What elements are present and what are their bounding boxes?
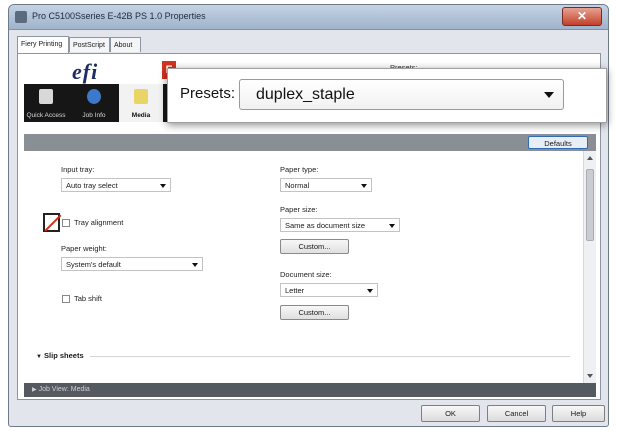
info-icon — [87, 89, 101, 104]
tab-shift-label: Tab shift — [74, 294, 102, 303]
job-view-label: Job View: Media — [38, 386, 90, 393]
presets-value: duplex_staple — [256, 86, 355, 103]
ribbon-quick-access[interactable]: Quick Access — [24, 84, 68, 122]
vertical-scrollbar[interactable] — [583, 151, 596, 383]
help-button[interactable]: Help — [552, 405, 605, 422]
paper-size-label: Paper size: — [280, 205, 318, 214]
tab-shift-checkbox[interactable] — [62, 295, 70, 303]
ribbon-label: Quick Access — [26, 112, 66, 119]
toolbar-strip: Defaults — [24, 134, 596, 151]
tray-alignment-label: Tray alignment — [74, 218, 124, 227]
paper-size-select[interactable]: Same as document size — [280, 218, 400, 232]
ribbon-media[interactable]: Media — [119, 84, 163, 122]
chevron-down-icon — [367, 289, 373, 293]
ribbon-label: Job Info — [82, 112, 106, 119]
printer-icon — [15, 11, 27, 23]
job-view-bar[interactable]: ▶ Job View: Media — [24, 383, 596, 397]
collapse-arrow-icon: ▼ — [36, 354, 42, 360]
tab-fiery-printing[interactable]: Fiery Printing — [17, 36, 69, 53]
chevron-down-icon — [192, 263, 198, 267]
paper-type-value: Normal — [285, 181, 310, 190]
tab-about[interactable]: About — [110, 37, 141, 52]
efi-logo: efi — [72, 59, 99, 84]
slip-sheets-label: Slip sheets — [44, 351, 84, 360]
section-divider — [90, 356, 570, 357]
defaults-button[interactable]: Defaults — [528, 136, 588, 149]
chevron-down-icon — [389, 224, 395, 228]
tray-alignment-checkbox[interactable] — [62, 219, 70, 227]
media-settings: Input tray: Auto tray select Tray alignm… — [24, 151, 596, 383]
close-button[interactable]: ✕ — [562, 7, 602, 26]
presets-select[interactable]: duplex_staple — [239, 79, 564, 110]
document-size-value: Letter — [285, 286, 305, 295]
ok-button[interactable]: OK — [421, 405, 480, 422]
tab-postscript[interactable]: PostScript — [69, 37, 110, 52]
paper-weight-value: System's default — [66, 260, 121, 269]
document-size-custom-button[interactable]: Custom... — [280, 305, 349, 320]
document-size-label: Document size: — [280, 270, 332, 279]
window-title: Pro C5100Sseries E-42B PS 1.0 Properties — [32, 11, 206, 21]
document-icon — [39, 89, 53, 104]
no-tray-alignment-icon — [43, 213, 62, 232]
red-slash — [44, 214, 62, 232]
ribbon-job-info[interactable]: Job Info — [74, 84, 114, 122]
input-tray-select[interactable]: Auto tray select — [61, 178, 171, 192]
chevron-down-icon — [160, 184, 166, 188]
title-bar: Pro C5100Sseries E-42B PS 1.0 Properties… — [9, 5, 608, 30]
paper-size-custom-button[interactable]: Custom... — [280, 239, 349, 254]
presets-label: Presets: — [180, 85, 236, 102]
scrollbar-thumb[interactable] — [586, 169, 594, 241]
paper-weight-label: Paper weight: — [61, 244, 107, 253]
chevron-down-icon — [544, 92, 554, 98]
paper-size-value: Same as document size — [285, 221, 366, 230]
slip-sheets-header[interactable]: ▼ Slip sheets — [36, 351, 84, 360]
media-icon — [134, 89, 148, 104]
ribbon-label: Media — [131, 112, 151, 119]
paper-type-label: Paper type: — [280, 165, 319, 174]
input-tray-value: Auto tray select — [66, 181, 118, 190]
cancel-button[interactable]: Cancel — [487, 405, 546, 422]
scroll-down-icon[interactable] — [587, 374, 593, 378]
scroll-up-icon[interactable] — [587, 156, 593, 160]
document-size-select[interactable]: Letter — [280, 283, 378, 297]
expand-arrow-icon: ▶ — [32, 387, 37, 393]
presets-callout: Presets: duplex_staple — [167, 68, 607, 123]
chevron-down-icon — [361, 184, 367, 188]
paper-type-select[interactable]: Normal — [280, 178, 372, 192]
input-tray-label: Input tray: — [61, 165, 95, 174]
paper-weight-select[interactable]: System's default — [61, 257, 203, 271]
